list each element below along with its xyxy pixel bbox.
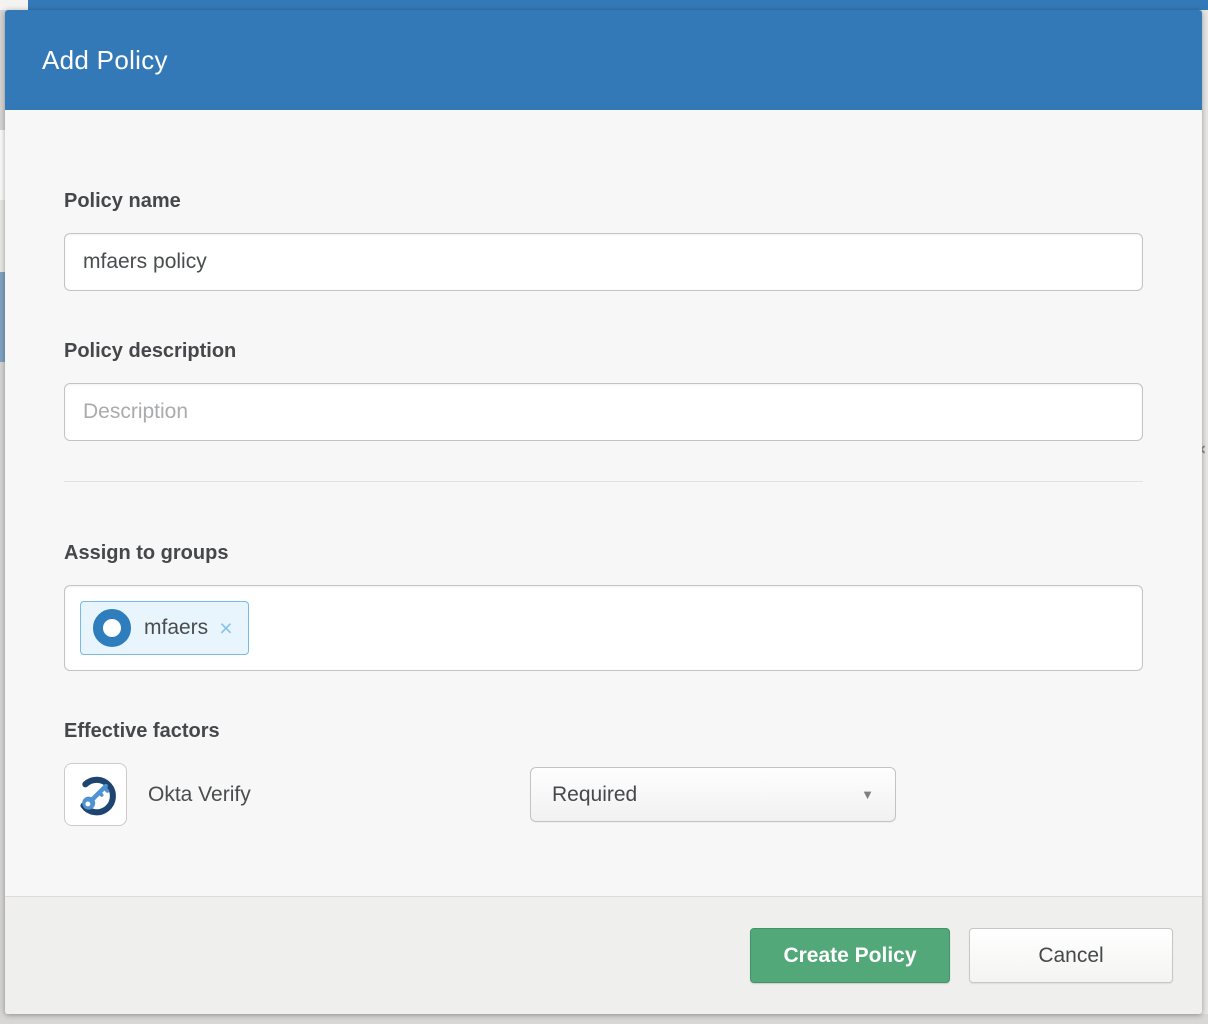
policy-name-input[interactable] bbox=[64, 233, 1143, 291]
factor-name-label: Okta Verify bbox=[148, 783, 530, 807]
section-divider bbox=[64, 481, 1143, 482]
background-bottom-sliver bbox=[0, 1014, 1208, 1024]
cancel-button[interactable]: Cancel bbox=[969, 928, 1173, 983]
okta-verify-key-glyph bbox=[70, 769, 122, 821]
groups-combobox[interactable]: mfaers × bbox=[64, 585, 1143, 671]
factor-setting-value: Required bbox=[552, 783, 637, 807]
effective-factors-label: Effective factors bbox=[64, 720, 1143, 743]
modal-footer: Create Policy Cancel bbox=[5, 896, 1202, 1014]
assign-to-groups-label: Assign to groups bbox=[64, 542, 1143, 565]
modal-header: Add Policy bbox=[5, 10, 1202, 110]
group-chip-remove-icon[interactable]: × bbox=[219, 617, 232, 640]
background-top-banner bbox=[0, 0, 1208, 10]
chevron-down-icon: ▼ bbox=[861, 787, 874, 802]
background-top-corner bbox=[0, 0, 28, 10]
background-right-sliver: × bbox=[1202, 10, 1208, 1014]
create-policy-button[interactable]: Create Policy bbox=[750, 928, 950, 983]
modal-body: Policy name Policy description Assign to… bbox=[5, 110, 1202, 896]
modal-title: Add Policy bbox=[42, 45, 168, 76]
add-policy-modal: Add Policy Policy name Policy descriptio… bbox=[5, 10, 1202, 1014]
factor-setting-select[interactable]: Required ▼ bbox=[530, 767, 896, 822]
factor-row-okta-verify: Okta Verify Required ▼ bbox=[64, 763, 1143, 826]
okta-group-logo-icon bbox=[93, 609, 131, 647]
occluded-close-icon: × bbox=[1202, 440, 1206, 460]
group-chip-mfaers[interactable]: mfaers × bbox=[80, 601, 249, 655]
group-chip-label: mfaers bbox=[144, 616, 208, 640]
policy-description-input[interactable] bbox=[64, 383, 1143, 441]
policy-name-label: Policy name bbox=[64, 190, 1143, 213]
okta-verify-icon bbox=[64, 763, 127, 826]
policy-description-label: Policy description bbox=[64, 340, 1143, 363]
